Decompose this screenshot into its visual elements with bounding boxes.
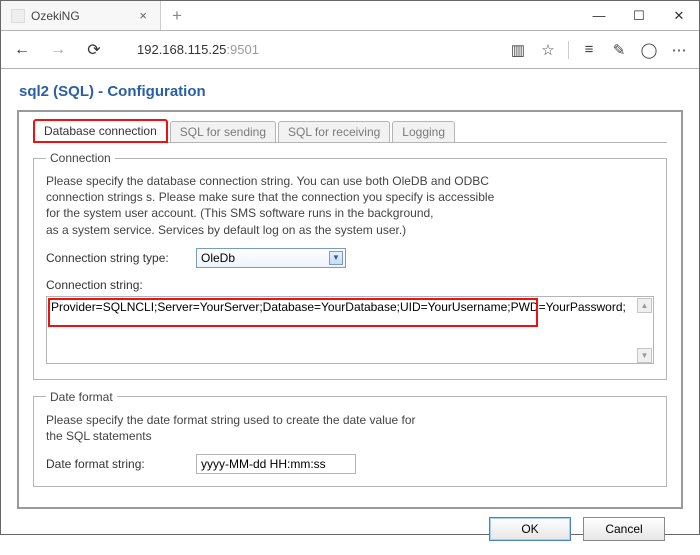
url-host: 192.168.115.25 (137, 42, 226, 57)
connection-type-select[interactable]: OleDb ▼ (196, 248, 346, 268)
new-tab-button[interactable]: + (161, 1, 193, 30)
date-format-label: Date format string: (46, 457, 196, 471)
page-content: sql2 (SQL) - Configuration Database conn… (1, 69, 699, 555)
browser-tab[interactable]: OzekiNG × (1, 1, 161, 30)
date-format-input[interactable] (196, 454, 356, 474)
page-title: sql2 (SQL) - Configuration (19, 83, 683, 100)
cancel-button[interactable]: Cancel (583, 517, 665, 541)
close-window-button[interactable]: ✕ (659, 1, 699, 30)
browser-navbar: ← → ⟳ 192.168.115.25:9501 ▥ ☆ ≡ ✎ ◯ ⋯ (1, 31, 699, 69)
connection-string-input[interactable] (46, 296, 654, 364)
reading-view-icon[interactable]: ▥ (508, 41, 528, 59)
connection-legend: Connection (46, 151, 115, 165)
share-icon[interactable]: ◯ (639, 41, 659, 59)
connection-type-value: OleDb (201, 251, 235, 265)
dialog-buttons: OK Cancel (17, 509, 683, 545)
close-tab-icon[interactable]: × (136, 8, 150, 23)
date-format-description: Please specify the date format string us… (46, 412, 654, 444)
browser-titlebar: OzekiNG × + — ☐ ✕ (1, 1, 699, 31)
toolbar-right: ▥ ☆ ≡ ✎ ◯ ⋯ (508, 41, 689, 59)
hub-icon[interactable]: ≡ (579, 41, 599, 58)
tab-title: OzekiNG (31, 9, 136, 23)
connection-string-wrapper: ▲ ▼ (46, 296, 654, 367)
ok-button[interactable]: OK (489, 517, 571, 541)
refresh-button[interactable]: ⟳ (83, 40, 105, 60)
connection-group: Connection Please specify the database c… (33, 151, 667, 380)
chevron-down-icon[interactable]: ▼ (329, 251, 343, 265)
date-format-group: Date format Please specify the date form… (33, 390, 667, 487)
date-format-legend: Date format (46, 390, 117, 404)
forward-button[interactable]: → (47, 41, 69, 59)
connection-string-label: Connection string: (46, 278, 654, 292)
separator (568, 41, 569, 59)
connection-type-row: Connection string type: OleDb ▼ (46, 248, 654, 268)
connection-type-label: Connection string type: (46, 251, 196, 265)
connection-description: Please specify the database connection s… (46, 173, 654, 238)
tab-database-connection[interactable]: Database connection (33, 119, 168, 143)
tab-logging[interactable]: Logging (392, 121, 455, 142)
date-format-row: Date format string: (46, 454, 654, 474)
tab-sql-sending[interactable]: SQL for sending (170, 121, 276, 142)
address-bar[interactable]: 192.168.115.25:9501 (119, 42, 494, 57)
favorite-icon[interactable]: ☆ (538, 41, 558, 59)
tab-sql-receiving[interactable]: SQL for receiving (278, 121, 390, 142)
minimize-button[interactable]: — (579, 1, 619, 30)
scroll-down-icon[interactable]: ▼ (637, 348, 652, 363)
notes-icon[interactable]: ✎ (609, 41, 629, 59)
maximize-button[interactable]: ☐ (619, 1, 659, 30)
more-icon[interactable]: ⋯ (669, 41, 689, 59)
config-tabs: Database connection SQL for sending SQL … (33, 118, 673, 142)
url-port: :9501 (226, 42, 259, 57)
back-button[interactable]: ← (11, 41, 33, 59)
config-panel: Database connection SQL for sending SQL … (17, 110, 683, 509)
favicon (11, 9, 25, 23)
scroll-up-icon[interactable]: ▲ (637, 298, 652, 313)
